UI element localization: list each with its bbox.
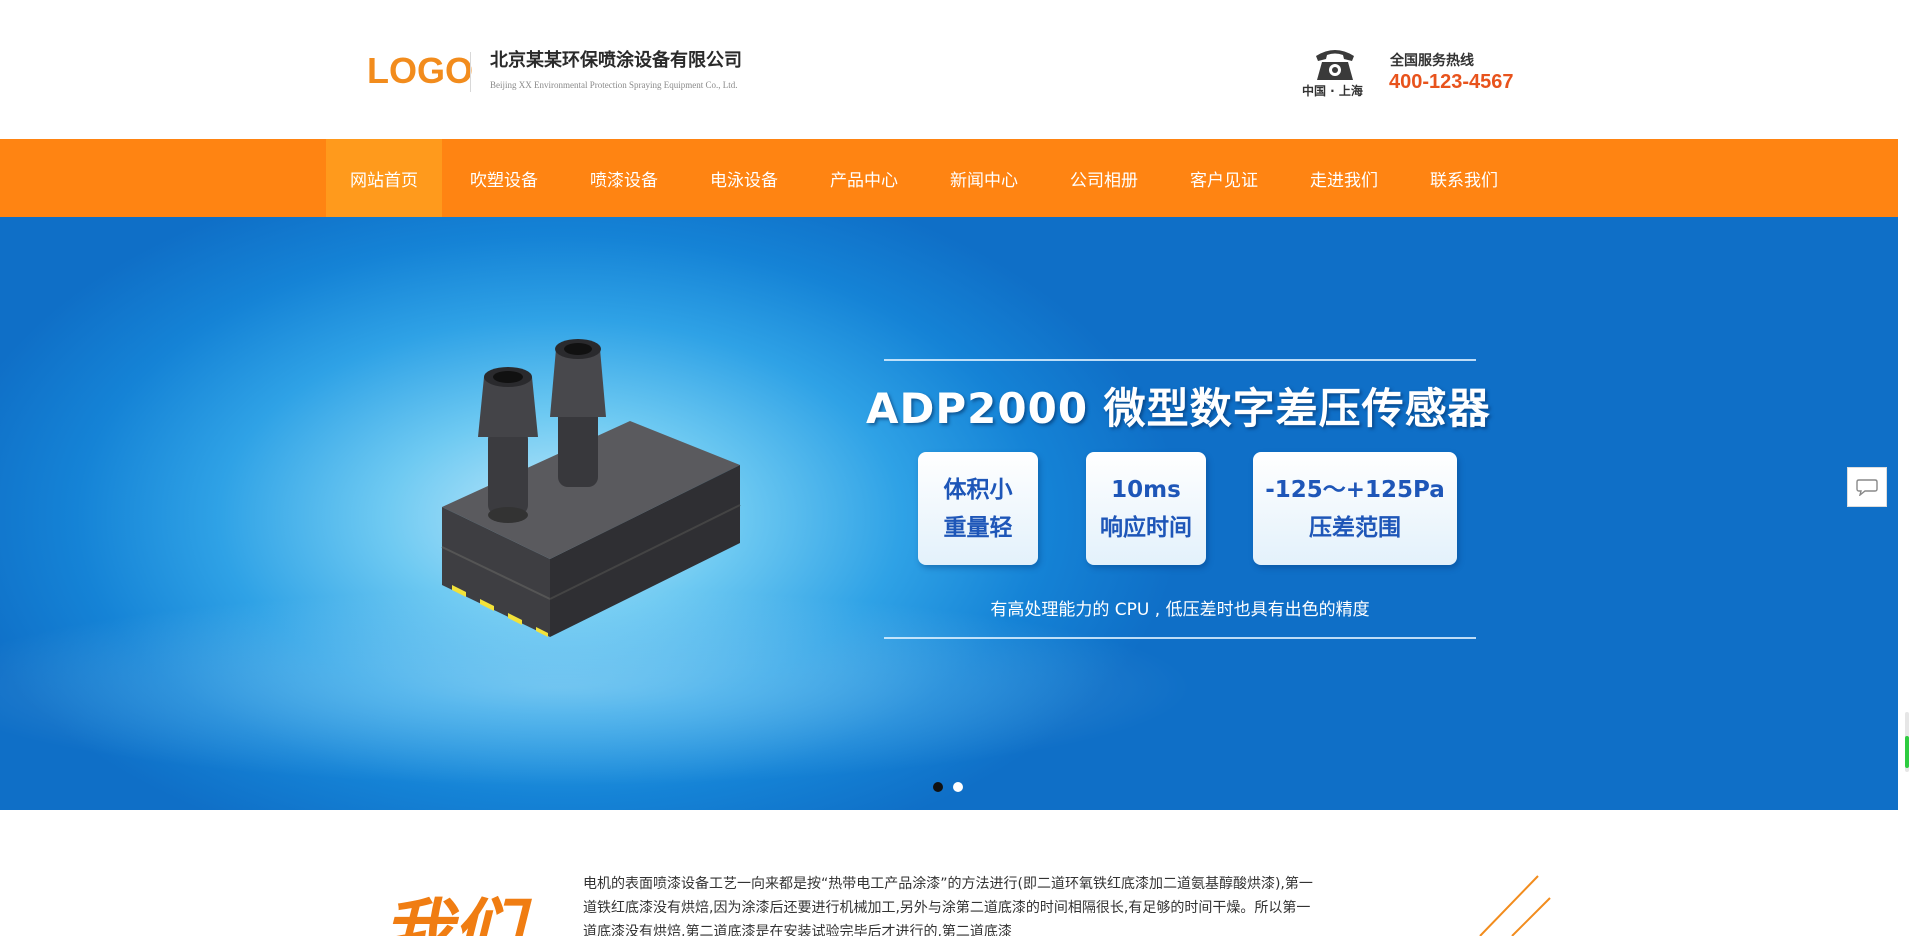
feature-line: -125～+125Pa bbox=[1265, 476, 1445, 503]
telephone-icon bbox=[1316, 50, 1354, 80]
nav-item-news[interactable]: 新闻中心 bbox=[926, 139, 1042, 217]
logo-divider bbox=[470, 52, 471, 92]
feature-line: 响应时间 bbox=[1100, 514, 1192, 541]
feature-card-size: 体积小 重量轻 bbox=[918, 452, 1038, 565]
feature-line: 压差范围 bbox=[1309, 514, 1401, 541]
feature-line: 体积小 bbox=[943, 476, 1013, 503]
nav-item-electrophoresis[interactable]: 电泳设备 bbox=[686, 139, 802, 217]
company-name-cn: 北京某某环保喷涂设备有限公司 bbox=[490, 50, 742, 71]
page-scrollbar[interactable] bbox=[1905, 712, 1909, 772]
scrollbar-thumb[interactable] bbox=[1905, 736, 1909, 768]
nav-item-home[interactable]: 网站首页 bbox=[326, 139, 442, 217]
banner-caption: 有高处理能力的 CPU , 低压差时也具有出色的精度 bbox=[990, 600, 1370, 620]
nav-item-contact[interactable]: 联系我们 bbox=[1406, 139, 1522, 217]
feature-card-response: 10ms 响应时间 bbox=[1086, 452, 1206, 565]
decorative-lines bbox=[1479, 875, 1551, 936]
about-text: 电机的表面喷漆设备工艺一向来都是按“热带电工产品涂漆”的方法进行(即二道环氧铁红… bbox=[583, 876, 1313, 936]
banner-title: ADP2000 微型数字差压传感器 bbox=[866, 384, 1491, 433]
site-header: LOGO 北京某某环保喷涂设备有限公司 Beijing XX Environme… bbox=[0, 0, 1898, 139]
chat-bubble-icon bbox=[1856, 479, 1878, 496]
banner-bottom-rule bbox=[884, 637, 1476, 639]
banner-top-rule bbox=[884, 359, 1476, 361]
feature-line: 重量轻 bbox=[943, 514, 1013, 541]
about-heading: 我们 bbox=[382, 890, 522, 936]
nav-item-blow-molding[interactable]: 吹塑设备 bbox=[446, 139, 562, 217]
nav-item-album[interactable]: 公司相册 bbox=[1046, 139, 1162, 217]
sensor-product-image bbox=[441, 339, 741, 637]
main-navigation: 网站首页 吹塑设备 喷漆设备 电泳设备 产品中心 新闻中心 公司相册 客户见证 … bbox=[0, 139, 1898, 217]
nav-item-spray-painting[interactable]: 喷漆设备 bbox=[566, 139, 682, 217]
company-name-block: 北京某某环保喷涂设备有限公司 Beijing XX Environmental … bbox=[490, 46, 742, 90]
hotline-label: 全国服务热线 bbox=[1390, 53, 1474, 69]
about-section: 我们 电机的表面喷漆设备工艺一向来都是按“热带电工产品涂漆”的方法进行(即二道环… bbox=[0, 810, 1898, 936]
slider-dot-2[interactable] bbox=[953, 782, 963, 792]
nav-list: 网站首页 吹塑设备 喷漆设备 电泳设备 产品中心 新闻中心 公司相册 客户见证 … bbox=[326, 139, 1522, 217]
service-hotline: 中国 · 上海 全国服务热线 400-123-4567 bbox=[1302, 44, 1532, 100]
nav-item-testimonials[interactable]: 客户见证 bbox=[1166, 139, 1282, 217]
company-name-en: Beijing XX Environmental Protection Spra… bbox=[490, 80, 738, 90]
nav-item-products[interactable]: 产品中心 bbox=[806, 139, 922, 217]
phone-region-text: 中国 · 上海 bbox=[1302, 84, 1363, 98]
site-logo[interactable]: LOGO bbox=[367, 48, 473, 94]
feature-line: 10ms bbox=[1111, 476, 1181, 503]
nav-item-about[interactable]: 走进我们 bbox=[1286, 139, 1402, 217]
feature-card-pressure: -125～+125Pa 压差范围 bbox=[1253, 452, 1457, 565]
slider-pagination bbox=[933, 782, 963, 792]
online-chat-button[interactable] bbox=[1847, 467, 1887, 507]
slider-dot-1[interactable] bbox=[933, 782, 943, 792]
logo-text: LOGO bbox=[367, 50, 473, 91]
hotline-number[interactable]: 400-123-4567 bbox=[1389, 71, 1514, 94]
hero-banner[interactable]: ADP2000 微型数字差压传感器 体积小 重量轻 10ms 响应时间 -125… bbox=[0, 217, 1898, 810]
